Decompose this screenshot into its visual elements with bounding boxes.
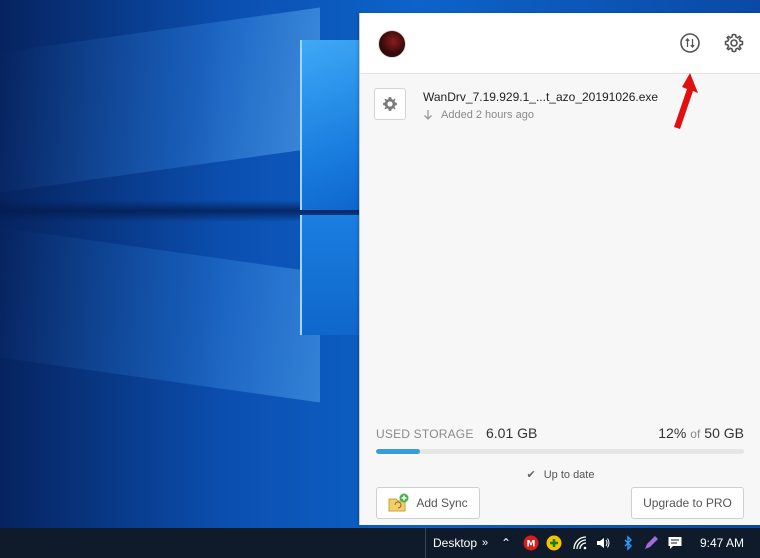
clock[interactable]: 9:47 AM [700, 528, 744, 558]
pen-icon[interactable] [643, 535, 659, 551]
storage-quota: 12% of 50 GB [658, 425, 744, 441]
storage-progress-bar [376, 449, 744, 454]
taskbar: Desktop » ⌃ M 9:47 AM [0, 528, 760, 558]
toolbar-expand-chevron[interactable]: » [482, 528, 488, 558]
desktop-label: Desktop [433, 536, 478, 550]
add-sync-label: Add Sync [416, 496, 468, 510]
wifi-icon[interactable] [572, 535, 588, 551]
upgrade-label: Upgrade to PRO [643, 496, 732, 510]
file-name: WanDrv_7.19.929.1_...t_azo_20191026.exe [423, 90, 659, 104]
storage-progress-fill [376, 449, 421, 454]
panel-header [360, 13, 760, 74]
add-sync-button[interactable]: Add Sync [376, 487, 480, 519]
storage-section: USED STORAGE 6.01 GB 12% of 50 GB [376, 425, 744, 454]
check-icon: ✔ [526, 469, 536, 481]
storage-percent: 12% [658, 425, 687, 441]
sync-button[interactable] [678, 31, 702, 55]
volume-icon[interactable] [595, 535, 611, 551]
gear-file-icon [374, 88, 406, 120]
storage-total: 50 GB [704, 425, 744, 441]
storage-used: 6.01 GB [486, 425, 538, 441]
bluetooth-icon[interactable] [620, 535, 636, 551]
add-folder-icon [388, 493, 409, 512]
storage-of: of [690, 427, 701, 441]
file-status-text: Added 2 hours ago [441, 109, 534, 121]
sync-status-text: Up to date [543, 469, 595, 481]
app-tray-icon[interactable] [546, 535, 562, 551]
file-status: Added 2 hours ago [423, 109, 534, 121]
sync-app-panel: WanDrv_7.19.929.1_...t_azo_20191026.exe … [359, 13, 760, 525]
sync-status: ✔ Up to date [360, 468, 760, 481]
antivirus-tray-icon[interactable]: M [523, 535, 539, 551]
svg-text:M: M [527, 540, 536, 550]
gear-icon [724, 33, 744, 53]
desktop-toolbar-button[interactable]: Desktop [425, 528, 477, 558]
wallpaper-beam-bottom [0, 227, 320, 403]
storage-label: USED STORAGE [376, 427, 474, 441]
sync-arrows-icon [680, 33, 700, 53]
show-hidden-icons-button[interactable]: ⌃ [501, 528, 511, 558]
download-arrow-icon [424, 110, 432, 120]
settings-button[interactable] [722, 31, 746, 55]
upgrade-button[interactable]: Upgrade to PRO [631, 487, 744, 519]
notifications-icon[interactable] [667, 535, 683, 551]
avatar[interactable] [378, 30, 406, 58]
wallpaper-beam-top [0, 7, 320, 193]
list-item[interactable]: WanDrv_7.19.929.1_...t_azo_20191026.exe … [360, 73, 760, 133]
